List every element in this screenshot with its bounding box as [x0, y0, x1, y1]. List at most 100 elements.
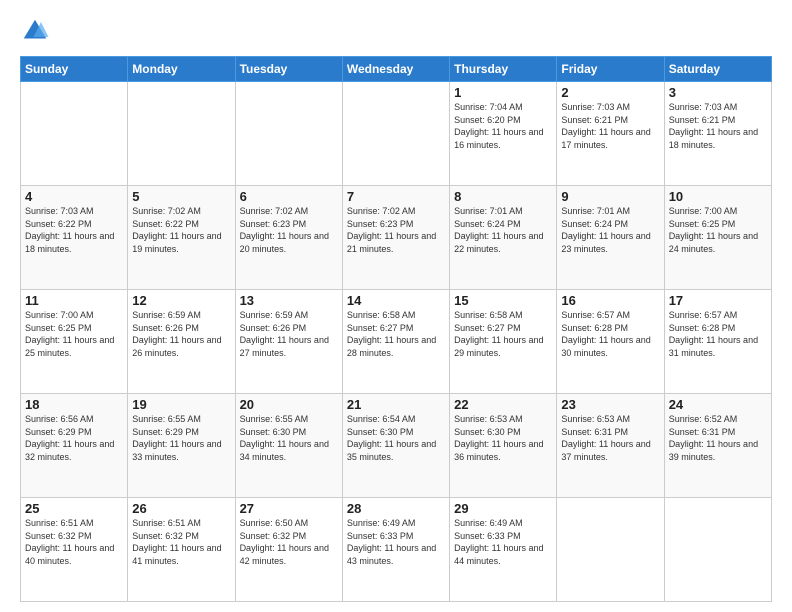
day-info: Sunrise: 7:04 AMSunset: 6:20 PMDaylight:…: [454, 101, 552, 151]
calendar-cell: 17Sunrise: 6:57 AMSunset: 6:28 PMDayligh…: [664, 290, 771, 394]
day-number: 23: [561, 397, 659, 412]
calendar-cell: 8Sunrise: 7:01 AMSunset: 6:24 PMDaylight…: [450, 186, 557, 290]
calendar-cell: 1Sunrise: 7:04 AMSunset: 6:20 PMDaylight…: [450, 82, 557, 186]
calendar-cell: [128, 82, 235, 186]
weekday-header: Tuesday: [235, 57, 342, 82]
calendar-week-row: 18Sunrise: 6:56 AMSunset: 6:29 PMDayligh…: [21, 394, 772, 498]
calendar-cell: 29Sunrise: 6:49 AMSunset: 6:33 PMDayligh…: [450, 498, 557, 602]
header: [20, 16, 772, 46]
calendar-cell: [235, 82, 342, 186]
calendar-body: 1Sunrise: 7:04 AMSunset: 6:20 PMDaylight…: [21, 82, 772, 602]
calendar-header: SundayMondayTuesdayWednesdayThursdayFrid…: [21, 57, 772, 82]
weekday-header: Thursday: [450, 57, 557, 82]
day-number: 18: [25, 397, 123, 412]
day-number: 29: [454, 501, 552, 516]
calendar-week-row: 25Sunrise: 6:51 AMSunset: 6:32 PMDayligh…: [21, 498, 772, 602]
day-number: 26: [132, 501, 230, 516]
day-number: 27: [240, 501, 338, 516]
day-info: Sunrise: 6:51 AMSunset: 6:32 PMDaylight:…: [25, 517, 123, 567]
day-number: 14: [347, 293, 445, 308]
day-number: 7: [347, 189, 445, 204]
day-number: 13: [240, 293, 338, 308]
day-info: Sunrise: 7:03 AMSunset: 6:22 PMDaylight:…: [25, 205, 123, 255]
day-number: 28: [347, 501, 445, 516]
calendar-cell: 10Sunrise: 7:00 AMSunset: 6:25 PMDayligh…: [664, 186, 771, 290]
calendar-cell: 23Sunrise: 6:53 AMSunset: 6:31 PMDayligh…: [557, 394, 664, 498]
day-number: 11: [25, 293, 123, 308]
day-number: 15: [454, 293, 552, 308]
day-number: 8: [454, 189, 552, 204]
calendar-cell: 25Sunrise: 6:51 AMSunset: 6:32 PMDayligh…: [21, 498, 128, 602]
calendar-table: SundayMondayTuesdayWednesdayThursdayFrid…: [20, 56, 772, 602]
day-info: Sunrise: 6:56 AMSunset: 6:29 PMDaylight:…: [25, 413, 123, 463]
day-number: 6: [240, 189, 338, 204]
calendar-cell: [557, 498, 664, 602]
calendar-cell: 27Sunrise: 6:50 AMSunset: 6:32 PMDayligh…: [235, 498, 342, 602]
day-info: Sunrise: 6:54 AMSunset: 6:30 PMDaylight:…: [347, 413, 445, 463]
day-info: Sunrise: 7:01 AMSunset: 6:24 PMDaylight:…: [454, 205, 552, 255]
day-info: Sunrise: 6:59 AMSunset: 6:26 PMDaylight:…: [240, 309, 338, 359]
day-info: Sunrise: 6:58 AMSunset: 6:27 PMDaylight:…: [347, 309, 445, 359]
day-number: 22: [454, 397, 552, 412]
day-number: 20: [240, 397, 338, 412]
calendar-cell: 26Sunrise: 6:51 AMSunset: 6:32 PMDayligh…: [128, 498, 235, 602]
calendar-cell: 16Sunrise: 6:57 AMSunset: 6:28 PMDayligh…: [557, 290, 664, 394]
day-number: 5: [132, 189, 230, 204]
calendar-week-row: 11Sunrise: 7:00 AMSunset: 6:25 PMDayligh…: [21, 290, 772, 394]
day-info: Sunrise: 6:53 AMSunset: 6:31 PMDaylight:…: [561, 413, 659, 463]
day-info: Sunrise: 6:59 AMSunset: 6:26 PMDaylight:…: [132, 309, 230, 359]
logo: [20, 16, 54, 46]
calendar-cell: 24Sunrise: 6:52 AMSunset: 6:31 PMDayligh…: [664, 394, 771, 498]
weekday-header: Monday: [128, 57, 235, 82]
calendar-cell: [342, 82, 449, 186]
calendar-cell: [21, 82, 128, 186]
day-info: Sunrise: 6:49 AMSunset: 6:33 PMDaylight:…: [347, 517, 445, 567]
day-number: 17: [669, 293, 767, 308]
weekday-header: Wednesday: [342, 57, 449, 82]
day-info: Sunrise: 6:53 AMSunset: 6:30 PMDaylight:…: [454, 413, 552, 463]
calendar-cell: 12Sunrise: 6:59 AMSunset: 6:26 PMDayligh…: [128, 290, 235, 394]
day-number: 24: [669, 397, 767, 412]
calendar-cell: 11Sunrise: 7:00 AMSunset: 6:25 PMDayligh…: [21, 290, 128, 394]
day-info: Sunrise: 6:57 AMSunset: 6:28 PMDaylight:…: [669, 309, 767, 359]
page: SundayMondayTuesdayWednesdayThursdayFrid…: [0, 0, 792, 612]
day-number: 3: [669, 85, 767, 100]
calendar-cell: 15Sunrise: 6:58 AMSunset: 6:27 PMDayligh…: [450, 290, 557, 394]
day-info: Sunrise: 6:58 AMSunset: 6:27 PMDaylight:…: [454, 309, 552, 359]
calendar-cell: 2Sunrise: 7:03 AMSunset: 6:21 PMDaylight…: [557, 82, 664, 186]
day-info: Sunrise: 6:57 AMSunset: 6:28 PMDaylight:…: [561, 309, 659, 359]
calendar-cell: 20Sunrise: 6:55 AMSunset: 6:30 PMDayligh…: [235, 394, 342, 498]
weekday-header: Sunday: [21, 57, 128, 82]
day-info: Sunrise: 7:02 AMSunset: 6:23 PMDaylight:…: [347, 205, 445, 255]
day-info: Sunrise: 6:55 AMSunset: 6:29 PMDaylight:…: [132, 413, 230, 463]
calendar-cell: 13Sunrise: 6:59 AMSunset: 6:26 PMDayligh…: [235, 290, 342, 394]
day-info: Sunrise: 7:00 AMSunset: 6:25 PMDaylight:…: [25, 309, 123, 359]
weekday-header: Saturday: [664, 57, 771, 82]
calendar-cell: 28Sunrise: 6:49 AMSunset: 6:33 PMDayligh…: [342, 498, 449, 602]
day-number: 1: [454, 85, 552, 100]
day-number: 21: [347, 397, 445, 412]
calendar-cell: 22Sunrise: 6:53 AMSunset: 6:30 PMDayligh…: [450, 394, 557, 498]
day-info: Sunrise: 6:49 AMSunset: 6:33 PMDaylight:…: [454, 517, 552, 567]
day-info: Sunrise: 6:52 AMSunset: 6:31 PMDaylight:…: [669, 413, 767, 463]
day-number: 16: [561, 293, 659, 308]
calendar-cell: 9Sunrise: 7:01 AMSunset: 6:24 PMDaylight…: [557, 186, 664, 290]
calendar-cell: 7Sunrise: 7:02 AMSunset: 6:23 PMDaylight…: [342, 186, 449, 290]
day-info: Sunrise: 7:03 AMSunset: 6:21 PMDaylight:…: [669, 101, 767, 151]
day-info: Sunrise: 7:01 AMSunset: 6:24 PMDaylight:…: [561, 205, 659, 255]
day-number: 19: [132, 397, 230, 412]
calendar-week-row: 1Sunrise: 7:04 AMSunset: 6:20 PMDaylight…: [21, 82, 772, 186]
day-number: 4: [25, 189, 123, 204]
day-info: Sunrise: 6:55 AMSunset: 6:30 PMDaylight:…: [240, 413, 338, 463]
calendar-cell: 6Sunrise: 7:02 AMSunset: 6:23 PMDaylight…: [235, 186, 342, 290]
day-number: 9: [561, 189, 659, 204]
day-info: Sunrise: 7:02 AMSunset: 6:23 PMDaylight:…: [240, 205, 338, 255]
day-info: Sunrise: 7:03 AMSunset: 6:21 PMDaylight:…: [561, 101, 659, 151]
calendar-cell: 14Sunrise: 6:58 AMSunset: 6:27 PMDayligh…: [342, 290, 449, 394]
calendar-cell: 4Sunrise: 7:03 AMSunset: 6:22 PMDaylight…: [21, 186, 128, 290]
calendar-cell: 3Sunrise: 7:03 AMSunset: 6:21 PMDaylight…: [664, 82, 771, 186]
day-info: Sunrise: 6:50 AMSunset: 6:32 PMDaylight:…: [240, 517, 338, 567]
weekday-row: SundayMondayTuesdayWednesdayThursdayFrid…: [21, 57, 772, 82]
weekday-header: Friday: [557, 57, 664, 82]
day-number: 2: [561, 85, 659, 100]
